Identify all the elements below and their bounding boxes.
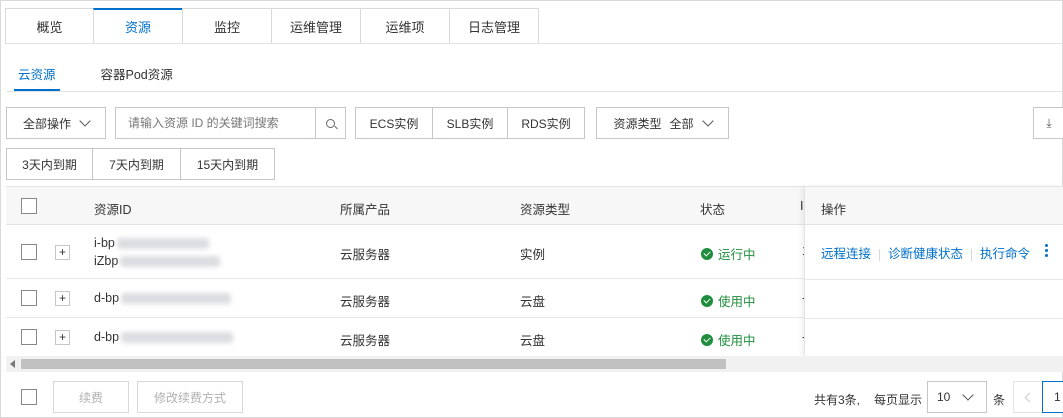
filter-expire-15d[interactable]: 15天内到期 <box>180 148 275 180</box>
change-renew-button[interactable]: 修改续费方式 <box>137 381 243 413</box>
prev-page-button[interactable] <box>1013 381 1043 413</box>
filter-rds[interactable]: RDS实例 <box>507 107 585 139</box>
col-partial: I <box>800 199 804 213</box>
total-count: 共有3条, <box>814 393 861 407</box>
tab-overview[interactable]: 概览 <box>5 8 94 44</box>
col-product: 所属产品 <box>340 203 391 217</box>
per-page-label: 每页显示 <box>874 393 923 407</box>
expand-row-button[interactable]: + <box>55 330 70 345</box>
type-cell: 云盘 <box>520 295 546 309</box>
scrollbar-thumb[interactable] <box>21 359 726 369</box>
renew-button[interactable]: 续费 <box>53 381 129 413</box>
sub-tab-bar: 云资源 容器Pod资源 <box>14 62 214 92</box>
row-divider <box>805 279 1063 280</box>
page-size-value: 10 <box>937 390 951 404</box>
scroll-left-icon[interactable] <box>10 360 15 368</box>
page-size-select[interactable]: 10 <box>927 381 987 413</box>
page-number: 1 <box>1054 390 1061 404</box>
resource-type-label: 资源类型 <box>613 116 662 131</box>
select-all-checkbox[interactable] <box>21 198 37 214</box>
type-cell: 实例 <box>520 248 546 262</box>
separator <box>971 248 973 261</box>
actions-header: 操作 <box>805 186 1063 225</box>
status-badge: 使用中 <box>701 330 756 349</box>
subtab-divider <box>6 91 1063 92</box>
page-number-button[interactable]: 1 <box>1042 381 1063 413</box>
search-button[interactable] <box>315 108 345 138</box>
filter-ecs[interactable]: ECS实例 <box>355 107 433 139</box>
chevron-left-icon <box>1024 392 1035 402</box>
row-checkbox[interactable] <box>21 329 37 345</box>
chevron-down-icon <box>79 114 91 127</box>
more-actions-icon[interactable] <box>1045 244 1048 259</box>
resource-id-line1: i-bp <box>94 236 209 250</box>
product-cell: 云服务器 <box>340 295 391 309</box>
bulk-ops-dropdown[interactable]: 全部操作 <box>6 107 106 139</box>
tab-resources[interactable]: 资源 <box>93 8 183 44</box>
type-cell: 云盘 <box>520 334 546 348</box>
status-badge: 运行中 <box>701 244 756 263</box>
tab-monitoring[interactable]: 监控 <box>182 8 272 44</box>
remote-connect-link[interactable]: 远程连接 <box>821 247 871 261</box>
resource-id-cell: d-bp <box>94 291 232 305</box>
expand-row-button[interactable]: + <box>55 291 70 306</box>
product-cell: 云服务器 <box>340 334 391 348</box>
download-icon: ⤓ <box>1046 115 1052 130</box>
tab-ops-management[interactable]: 运维管理 <box>271 8 361 44</box>
subtab-pod-resources[interactable]: 容器Pod资源 <box>101 62 173 91</box>
expand-row-button[interactable]: + <box>55 245 70 260</box>
filter-slb[interactable]: SLB实例 <box>432 107 508 139</box>
per-page-unit: 条 <box>993 393 1006 407</box>
type-filter-group: ECS实例 SLB实例 RDS实例 <box>355 107 585 139</box>
subtab-cloud-resources[interactable]: 云资源 <box>14 62 60 91</box>
chevron-down-icon <box>701 114 714 127</box>
resource-type-select[interactable]: 资源类型 全部 <box>596 107 729 139</box>
product-cell: 云服务器 <box>340 248 391 262</box>
row-checkbox[interactable] <box>21 244 37 260</box>
col-actions: 操作 <box>821 203 847 217</box>
filter-expire-3d[interactable]: 3天内到期 <box>6 148 93 180</box>
col-status: 状态 <box>700 203 726 217</box>
tab-ops-items[interactable]: 运维项 <box>360 8 450 44</box>
top-tab-bar: 概览 资源 监控 运维管理 运维项 日志管理 <box>5 8 539 44</box>
tab-divider <box>6 43 1063 44</box>
status-badge: 使用中 <box>701 291 756 310</box>
actions-column: 操作 远程连接 诊断健康状态 执行命令 <box>804 186 1063 356</box>
row-divider <box>805 318 1063 319</box>
filter-expire-7d[interactable]: 7天内到期 <box>92 148 181 180</box>
tab-log-management[interactable]: 日志管理 <box>449 8 539 44</box>
search-icon <box>326 118 335 128</box>
bulk-ops-label: 全部操作 <box>22 116 71 131</box>
row-actions: 远程连接 诊断健康状态 执行命令 <box>821 243 1030 262</box>
footer-select-all-checkbox[interactable] <box>21 389 37 405</box>
check-circle-icon <box>701 333 713 346</box>
resource-type-value: 全部 <box>669 116 694 131</box>
check-circle-icon <box>701 247 713 260</box>
diagnose-health-link[interactable]: 诊断健康状态 <box>888 247 963 261</box>
resource-id-line2: iZbp <box>94 254 221 268</box>
search-box <box>115 107 346 139</box>
check-circle-icon <box>701 294 713 307</box>
search-input[interactable] <box>116 108 316 138</box>
run-command-link[interactable]: 执行命令 <box>980 247 1030 261</box>
separator <box>879 248 881 261</box>
resource-id-cell: d-bp <box>94 330 234 344</box>
horizontal-scrollbar[interactable] <box>6 356 1063 372</box>
col-resource-id: 资源ID <box>94 203 132 217</box>
row-checkbox[interactable] <box>21 290 37 306</box>
expiry-filter-group: 3天内到期 7天内到期 15天内到期 <box>6 148 275 180</box>
col-resource-type: 资源类型 <box>520 203 571 217</box>
chevron-down-icon <box>962 388 975 401</box>
download-button[interactable]: ⤓ <box>1033 107 1063 139</box>
